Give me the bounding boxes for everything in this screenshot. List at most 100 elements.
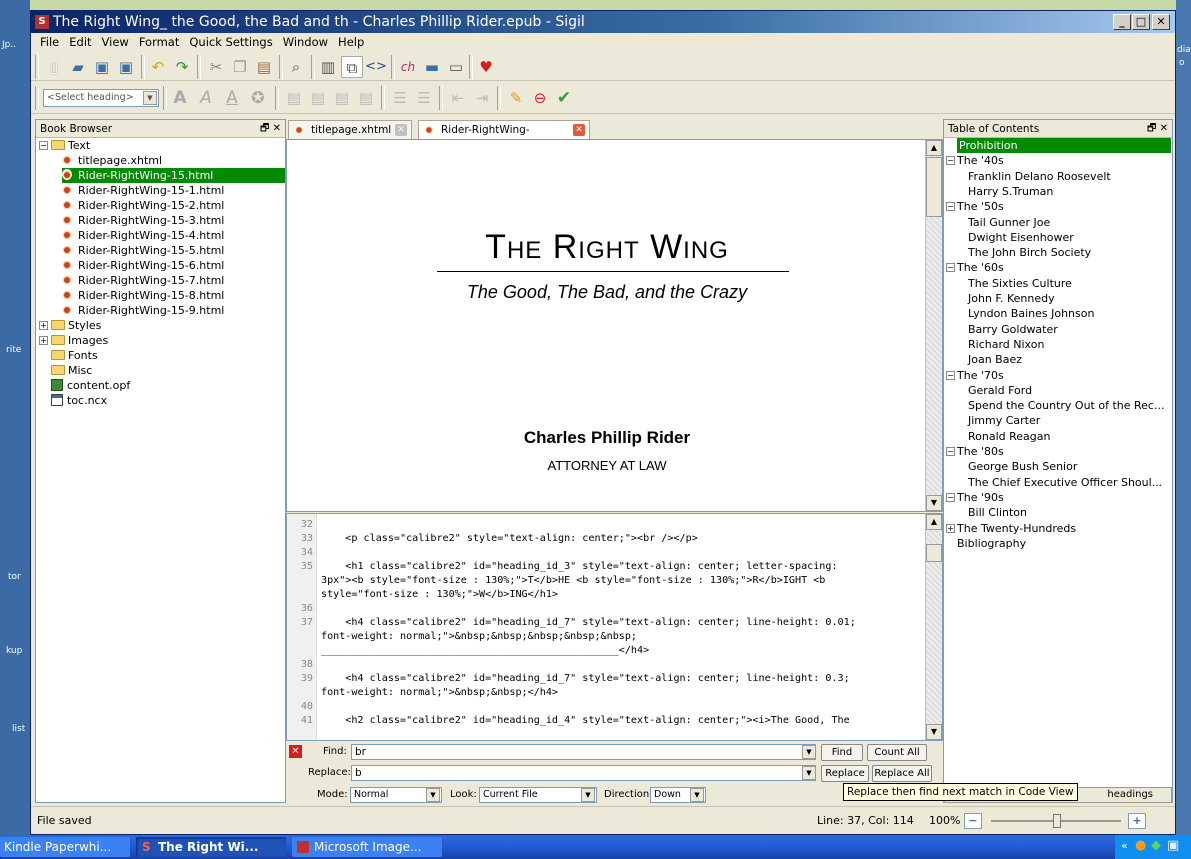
- tree-file-selected[interactable]: Rider-RightWing-15.html: [62, 168, 285, 183]
- tray-network-icon[interactable]: ◆: [1151, 838, 1161, 853]
- split-view-icon[interactable]: ⧉: [341, 56, 363, 78]
- menu-help[interactable]: Help: [333, 33, 369, 51]
- toc-section[interactable]: The '60s: [957, 260, 1004, 275]
- new-file-icon[interactable]: ▯: [43, 56, 65, 78]
- taskbar-item-kindle[interactable]: Kindle Paperwhi...: [0, 837, 130, 857]
- chevron-down-icon[interactable]: ▼: [690, 788, 704, 802]
- validate-check-icon[interactable]: ✔: [553, 87, 575, 109]
- menu-format[interactable]: Format: [134, 33, 185, 51]
- tab-close-icon[interactable]: ✕: [573, 124, 585, 136]
- toc-section[interactable]: The '70s: [957, 368, 1004, 383]
- tree-file[interactable]: Rider-RightWing-15-3.html: [62, 213, 224, 228]
- toc-entry[interactable]: Ronald Reagan: [968, 429, 1050, 444]
- donate-heart-icon[interactable]: ♥: [475, 56, 497, 78]
- menu-view[interactable]: View: [97, 33, 134, 51]
- find-input[interactable]: br: [351, 744, 816, 760]
- collapse-icon[interactable]: −: [946, 263, 955, 273]
- scroll-thumb[interactable]: [926, 157, 942, 217]
- toc-entry[interactable]: Joan Baez: [968, 352, 1022, 367]
- collapse-icon[interactable]: −: [946, 202, 955, 212]
- clean-brush-icon[interactable]: ✎: [505, 87, 527, 109]
- preview-scrollbar[interactable]: ▲ ▼: [925, 140, 942, 511]
- toc-entry[interactable]: Tail Gunner Joe: [968, 215, 1050, 230]
- desktop-label[interactable]: list: [12, 724, 25, 734]
- heading-select[interactable]: <Select heading> ▼: [43, 89, 159, 107]
- toc-entry[interactable]: Barry Goldwater: [968, 322, 1058, 337]
- toc-entry[interactable]: The Sixties Culture: [968, 276, 1072, 291]
- direction-select[interactable]: Down ▼: [650, 787, 706, 803]
- menu-file[interactable]: File: [35, 33, 64, 51]
- save-icon[interactable]: ▣: [91, 56, 113, 78]
- align-right-icon[interactable]: ▤: [331, 87, 353, 109]
- strikethrough-icon[interactable]: ✪: [247, 87, 269, 109]
- increase-indent-icon[interactable]: ⇥: [471, 87, 493, 109]
- toc-entry[interactable]: Lyndon Baines Johnson: [968, 306, 1094, 321]
- toc-entry[interactable]: The John Birch Society: [968, 245, 1091, 260]
- collapse-icon[interactable]: −: [39, 141, 48, 150]
- zoom-slider-handle[interactable]: [1053, 814, 1061, 828]
- taskbar-item-sigil[interactable]: S The Right Wi...: [136, 837, 286, 857]
- find-icon[interactable]: ⌕: [285, 56, 307, 78]
- tree-file[interactable]: Rider-RightWing-15-9.html: [62, 303, 224, 318]
- spellcheck-icon[interactable]: ch: [397, 56, 419, 78]
- replace-input[interactable]: b: [351, 765, 816, 781]
- numbered-list-icon[interactable]: ☰: [413, 87, 435, 109]
- toc-entry[interactable]: John F. Kennedy: [968, 291, 1055, 306]
- tab-rider-rightwing-15[interactable]: Rider-RightWing-15.html ✕: [418, 120, 590, 154]
- book-preview[interactable]: THE RIGHT WING The Good, The Bad, and th…: [286, 139, 943, 512]
- sigil-app-icon[interactable]: S: [35, 15, 49, 29]
- chevron-down-icon[interactable]: ▼: [426, 788, 440, 802]
- toc-entry[interactable]: Spend the Country Out of the Rec...: [968, 398, 1164, 413]
- tree-file[interactable]: Rider-RightWing-15-6.html: [62, 258, 224, 273]
- undock-close-icon[interactable]: 🗗 ✕: [1147, 120, 1168, 138]
- stop-icon[interactable]: ⊖: [529, 87, 551, 109]
- tree-folder-styles[interactable]: Styles: [51, 318, 101, 333]
- toc-section[interactable]: Prohibition: [957, 138, 1171, 153]
- tray-expand-icon[interactable]: «: [1121, 839, 1128, 852]
- underline-icon[interactable]: A: [221, 87, 243, 109]
- toc-section[interactable]: Bibliography: [957, 536, 1026, 551]
- toc-entry[interactable]: Richard Nixon: [968, 337, 1044, 352]
- tree-file[interactable]: Rider-RightWing-15-4.html: [62, 228, 224, 243]
- chevron-down-icon[interactable]: ▼: [143, 91, 157, 105]
- decrease-indent-icon[interactable]: ⇤: [447, 87, 469, 109]
- tree-file[interactable]: Rider-RightWing-15-8.html: [62, 288, 224, 303]
- toc-entry[interactable]: Franklin Delano Roosevelt: [968, 169, 1111, 184]
- expand-icon[interactable]: +: [946, 523, 955, 533]
- code-view[interactable]: 32 33 <p class="calibre2" style="text-ali…: [286, 513, 943, 741]
- toc-entry[interactable]: Jimmy Carter: [968, 413, 1040, 428]
- tree-file[interactable]: Rider-RightWing-15-7.html: [62, 273, 224, 288]
- toc-section[interactable]: The '50s: [957, 199, 1004, 214]
- replace-all-button[interactable]: Replace All: [872, 765, 932, 782]
- scroll-up-icon[interactable]: ▲: [926, 514, 942, 530]
- copy-icon[interactable]: ❐: [229, 56, 251, 78]
- toc-section[interactable]: The '80s: [957, 444, 1004, 459]
- desktop-label[interactable]: kup: [6, 646, 22, 656]
- tree-file-ncx[interactable]: toc.ncx: [51, 393, 107, 408]
- toc-entry[interactable]: Dwight Eisenhower: [968, 230, 1074, 245]
- meta-editor-icon[interactable]: ▬: [421, 56, 443, 78]
- maximize-button[interactable]: □: [1132, 14, 1150, 30]
- tree-folder-images[interactable]: Images: [51, 333, 108, 348]
- tray-app-icon[interactable]: ●: [1135, 838, 1146, 853]
- save-as-icon[interactable]: ▣: [115, 56, 137, 78]
- tray-monitor-icon[interactable]: ▣: [1167, 838, 1179, 853]
- mode-select[interactable]: Normal ▼: [350, 787, 442, 803]
- toc-section[interactable]: The Twenty-Hundreds: [957, 521, 1076, 536]
- scroll-up-icon[interactable]: ▲: [926, 140, 942, 156]
- zoom-in-button[interactable]: +: [1128, 813, 1146, 829]
- code-view-icon[interactable]: <>: [365, 56, 387, 78]
- desktop-label[interactable]: rite: [6, 345, 21, 355]
- cut-icon[interactable]: ✂: [205, 56, 227, 78]
- chevron-down-icon[interactable]: ▼: [581, 788, 595, 802]
- align-center-icon[interactable]: ▤: [307, 87, 329, 109]
- scroll-thumb[interactable]: [926, 544, 942, 562]
- chevron-down-icon[interactable]: ▼: [802, 766, 816, 780]
- redo-icon[interactable]: ↷: [171, 56, 193, 78]
- zoom-out-button[interactable]: −: [964, 813, 982, 829]
- open-folder-icon[interactable]: ▰: [67, 56, 89, 78]
- toc-entry[interactable]: Harry S.Truman: [968, 184, 1053, 199]
- count-all-button[interactable]: Count All: [867, 744, 927, 761]
- collapse-icon[interactable]: −: [946, 447, 955, 456]
- tree-file[interactable]: titlepage.xhtml: [62, 153, 166, 168]
